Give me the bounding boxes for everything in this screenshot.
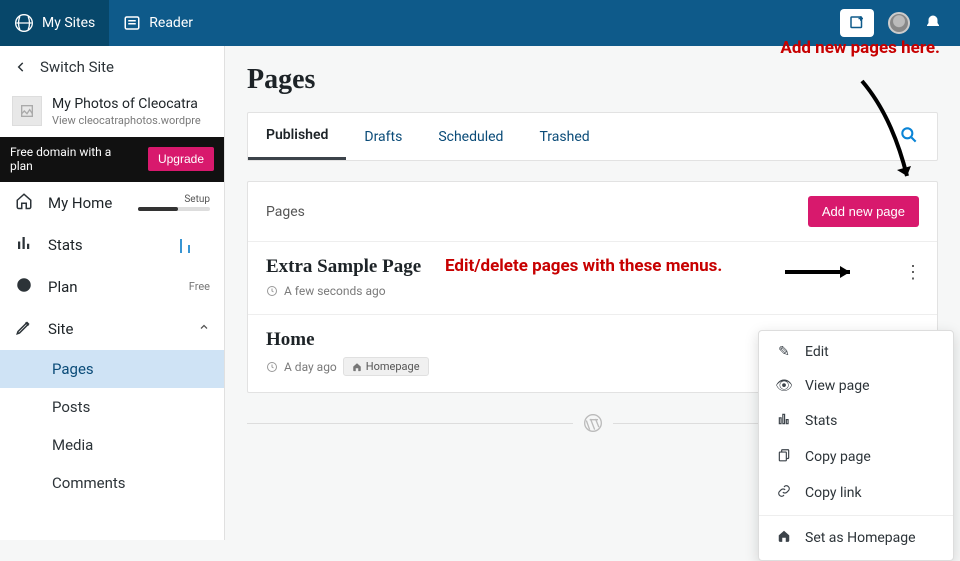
tab-scheduled[interactable]: Scheduled (420, 115, 521, 159)
homepage-chip: Homepage (343, 357, 429, 376)
reader-icon (123, 14, 141, 32)
wordpress-icon (583, 413, 603, 433)
tab-trashed[interactable]: Trashed (521, 115, 607, 159)
ctx-copy-link[interactable]: Copy link (759, 475, 953, 511)
switch-site-label: Switch Site (40, 58, 114, 76)
sidebar: Switch Site My Photos of Cleocatra View … (0, 46, 225, 540)
avatar[interactable] (888, 12, 910, 34)
chevron-left-icon (14, 60, 28, 74)
page-row[interactable]: Extra Sample Page A few seconds ago ⋮ (248, 242, 937, 315)
top-bar: My Sites Reader (0, 0, 960, 46)
nav-site-label: Site (48, 320, 73, 338)
upgrade-button[interactable]: Upgrade (148, 147, 214, 171)
page-row-menu-button[interactable]: ⋮ (901, 260, 925, 284)
ctx-copy-page[interactable]: Copy page (759, 439, 953, 475)
pencil-icon: ✎ (775, 344, 793, 360)
wordpress-icon (14, 13, 34, 33)
reader-label: Reader (149, 15, 193, 31)
compose-button[interactable] (840, 9, 874, 37)
ctx-stats[interactable]: Stats (759, 403, 953, 439)
switch-site-button[interactable]: Switch Site (0, 46, 224, 90)
page-row-meta: A few seconds ago (266, 284, 919, 298)
clock-icon (266, 285, 278, 297)
sidebar-item-pages[interactable]: Pages (0, 350, 224, 388)
stats-sparkline (150, 235, 210, 255)
pencil-icon (14, 318, 34, 340)
site-url: View cleocatraphotos.wordpre (52, 114, 201, 127)
clock-icon (266, 361, 278, 373)
context-menu: ✎Edit 👁View page Stats Copy page Copy li… (758, 330, 954, 561)
topbar-left: My Sites Reader (0, 0, 207, 46)
bell-icon[interactable] (924, 14, 942, 32)
search-button[interactable] (881, 125, 937, 149)
search-icon (899, 125, 919, 145)
tabs: Published Drafts Scheduled Trashed (247, 112, 938, 161)
tab-drafts[interactable]: Drafts (346, 115, 420, 159)
add-new-page-button[interactable]: Add new page (808, 196, 919, 227)
site-title: My Photos of Cleocatra (52, 96, 201, 112)
my-sites-button[interactable]: My Sites (0, 0, 109, 46)
nav-my-home[interactable]: My Home Setup (0, 182, 224, 224)
plan-icon (14, 276, 34, 298)
page-row-title: Extra Sample Page (266, 256, 919, 278)
page-title: Pages (247, 64, 938, 96)
eye-icon: 👁 (775, 378, 793, 394)
chevron-up-icon (198, 321, 210, 336)
plan-tier: Free (189, 280, 210, 293)
nav-plan-label: Plan (48, 278, 78, 296)
promo-bar: Free domain with a plan Upgrade (0, 137, 224, 182)
list-header: Pages Add new page (248, 182, 937, 242)
reader-button[interactable]: Reader (109, 0, 207, 46)
home-icon (14, 192, 34, 214)
nav-plan[interactable]: Plan Free (0, 266, 224, 308)
sidebar-item-media[interactable]: Media (0, 426, 224, 464)
sidebar-item-comments[interactable]: Comments (0, 464, 224, 502)
nav-my-home-label: My Home (48, 194, 112, 212)
ctx-edit[interactable]: ✎Edit (759, 335, 953, 369)
ctx-view[interactable]: 👁View page (759, 369, 953, 403)
site-info: My Photos of Cleocatra View cleocatrapho… (52, 96, 201, 127)
list-label: Pages (266, 204, 305, 220)
topbar-right (840, 9, 960, 37)
main-content: Pages Published Drafts Scheduled Trashed… (225, 46, 960, 540)
link-icon (775, 484, 793, 502)
sidebar-item-posts[interactable]: Posts (0, 388, 224, 426)
site-info-row[interactable]: My Photos of Cleocatra View cleocatrapho… (0, 90, 224, 137)
stats-icon (775, 412, 793, 430)
nav-stats[interactable]: Stats (0, 224, 224, 266)
home-icon (775, 529, 793, 547)
site-submenu: Pages Posts Media Comments (0, 350, 224, 502)
home-icon (352, 362, 362, 372)
site-thumbnail (12, 96, 42, 126)
ctx-set-homepage[interactable]: Set as Homepage (759, 520, 953, 556)
stats-icon (14, 234, 34, 256)
setup-progress: Setup (138, 194, 210, 211)
promo-text: Free domain with a plan (10, 145, 120, 174)
compose-icon (848, 14, 866, 32)
tab-published[interactable]: Published (248, 113, 346, 160)
my-sites-label: My Sites (42, 15, 95, 31)
copy-icon (775, 448, 793, 466)
nav-site[interactable]: Site (0, 308, 224, 350)
nav-stats-label: Stats (48, 236, 83, 254)
